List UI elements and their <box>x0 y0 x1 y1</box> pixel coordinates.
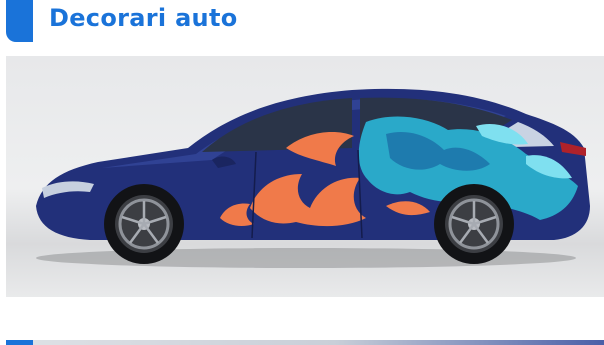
next-section-preview <box>6 340 604 345</box>
car-wrap-photo-icon <box>36 88 590 268</box>
section-title: Decorari auto <box>49 4 238 32</box>
accent-bar <box>6 0 33 42</box>
hero-image[interactable] <box>6 56 604 297</box>
section-header: Decorari auto <box>0 0 604 42</box>
next-section-accent-bar <box>6 340 33 345</box>
